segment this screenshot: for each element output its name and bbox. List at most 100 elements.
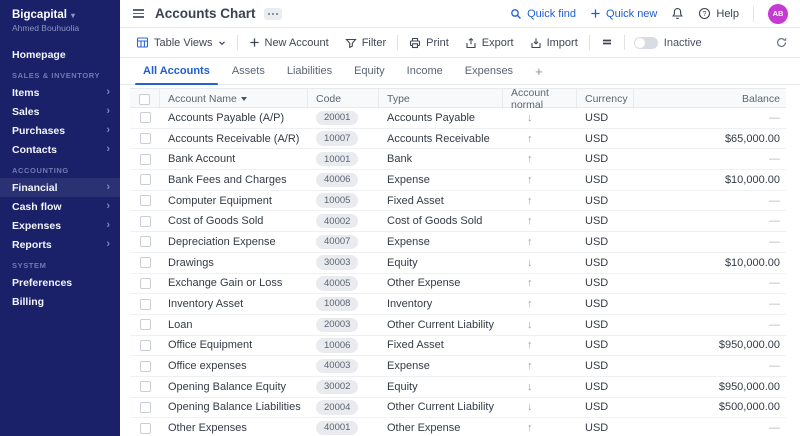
sidebar-item-label: Sales	[12, 106, 39, 118]
sidebar-item-homepage[interactable]: Homepage	[0, 45, 120, 64]
row-checkbox[interactable]	[140, 278, 151, 289]
user-avatar[interactable]: AB	[768, 4, 788, 24]
rows-icon	[601, 37, 613, 49]
inactive-toggle[interactable]	[634, 37, 658, 49]
quick-new-button[interactable]: Quick new	[590, 8, 657, 20]
refresh-icon[interactable]	[775, 36, 788, 49]
row-checkbox[interactable]	[140, 340, 151, 351]
account-type: Expense	[379, 360, 503, 372]
row-select-cell	[130, 257, 160, 268]
row-checkbox[interactable]	[140, 154, 151, 165]
tab-expenses[interactable]: Expenses	[454, 58, 524, 84]
column-header-currency[interactable]: Currency	[577, 89, 634, 109]
table-row[interactable]: Cost of Goods Sold40002Cost of Goods Sol…	[130, 211, 786, 232]
column-header-account-normal[interactable]: Account normal	[503, 89, 577, 109]
sidebar-toggle-icon[interactable]	[130, 6, 147, 20]
column-header-balance[interactable]: Balance	[634, 89, 786, 109]
workspace-switcher[interactable]: Bigcapital ▾	[12, 9, 110, 21]
row-checkbox[interactable]	[140, 133, 151, 144]
account-balance: —	[634, 277, 786, 289]
new-account-button[interactable]: New Account	[241, 32, 337, 54]
sidebar-item-items[interactable]: Items›	[0, 83, 120, 102]
table-row[interactable]: Office Equipment10006Fixed Asset↑USD$950…	[130, 336, 786, 357]
row-select-cell	[130, 236, 160, 247]
row-density-button[interactable]	[593, 32, 621, 54]
print-button[interactable]: Print	[401, 32, 457, 54]
account-type: Inventory	[379, 298, 503, 310]
more-options-button[interactable]	[264, 8, 282, 20]
table-row[interactable]: Bank Fees and Charges40006Expense↑USD$10…	[130, 170, 786, 191]
table-row[interactable]: Accounts Payable (A/P)20001Accounts Paya…	[130, 108, 786, 129]
account-name: Drawings	[160, 257, 308, 269]
account-currency: USD	[577, 422, 634, 434]
row-checkbox[interactable]	[140, 112, 151, 123]
tab-all-accounts[interactable]: All Accounts	[132, 58, 221, 84]
table-row[interactable]: Inventory Asset10008Inventory↑USD—	[130, 294, 786, 315]
row-select-cell	[130, 299, 160, 310]
table-row[interactable]: Computer Equipment10005Fixed Asset↑USD—	[130, 191, 786, 212]
row-checkbox[interactable]	[140, 319, 151, 330]
toolbar: Table Views New Account Filter	[120, 28, 800, 58]
column-header-code[interactable]: Code	[308, 89, 379, 109]
sidebar-item-preferences[interactable]: Preferences	[0, 273, 120, 292]
account-code-badge: 40006	[316, 173, 358, 187]
row-checkbox[interactable]	[140, 216, 151, 227]
row-checkbox[interactable]	[140, 423, 151, 434]
account-code-badge: 40005	[316, 276, 358, 290]
sidebar-item-reports[interactable]: Reports›	[0, 235, 120, 254]
column-header-account-name[interactable]: Account Name	[160, 89, 308, 109]
tab-income[interactable]: Income	[396, 58, 454, 84]
table-row[interactable]: Loan20003Other Current Liability↓USD—	[130, 315, 786, 336]
help-button[interactable]: ? Help	[698, 7, 739, 20]
sidebar-item-label: Homepage	[12, 49, 66, 61]
sidebar-item-label: Contacts	[12, 144, 57, 156]
account-currency: USD	[577, 381, 634, 393]
sidebar-item-expenses[interactable]: Expenses›	[0, 216, 120, 235]
filter-button[interactable]: Filter	[337, 32, 394, 54]
column-header-type[interactable]: Type	[379, 89, 503, 109]
sidebar-item-financial[interactable]: Financial›	[0, 178, 120, 197]
quick-find-button[interactable]: Quick find	[510, 8, 576, 20]
tab-assets[interactable]: Assets	[221, 58, 276, 84]
sidebar-item-cash-flow[interactable]: Cash flow›	[0, 197, 120, 216]
sidebar-item-sales[interactable]: Sales›	[0, 102, 120, 121]
select-all-checkbox[interactable]	[139, 94, 150, 105]
row-checkbox[interactable]	[140, 236, 151, 247]
row-checkbox[interactable]	[140, 402, 151, 413]
sidebar-item-purchases[interactable]: Purchases›	[0, 121, 120, 140]
tab-add-button[interactable]: +	[524, 58, 554, 84]
notifications-bell-icon[interactable]	[671, 7, 684, 20]
row-checkbox[interactable]	[140, 174, 151, 185]
row-checkbox[interactable]	[140, 257, 151, 268]
account-type: Other Expense	[379, 422, 503, 434]
row-checkbox[interactable]	[140, 361, 151, 372]
tab-equity[interactable]: Equity	[343, 58, 396, 84]
table-row[interactable]: Depreciation Expense40007Expense↑USD—	[130, 232, 786, 253]
table-row[interactable]: Office expenses40003Expense↑USD—	[130, 356, 786, 377]
import-button[interactable]: Import	[522, 32, 586, 54]
table-views-button[interactable]: Table Views	[128, 32, 234, 54]
table-row[interactable]: Opening Balance Equity30002Equity↓USD$95…	[130, 377, 786, 398]
account-type: Cost of Goods Sold	[379, 215, 503, 227]
account-normal-arrow-up-icon: ↑	[503, 133, 577, 145]
account-currency: USD	[577, 153, 634, 165]
table-row[interactable]: Exchange Gain or Loss40005Other Expense↑…	[130, 274, 786, 295]
row-select-cell	[130, 361, 160, 372]
account-name: Opening Balance Equity	[160, 381, 308, 393]
sidebar-header: Bigcapital ▾ Ahmed Bouhuolia	[0, 0, 120, 37]
row-checkbox[interactable]	[140, 195, 151, 206]
sidebar-item-billing[interactable]: Billing	[0, 292, 120, 311]
table-row[interactable]: Other Expenses40001Other Expense↑USD—	[130, 418, 786, 436]
table-row[interactable]: Opening Balance Liabilities20004Other Cu…	[130, 398, 786, 419]
table-row[interactable]: Bank Account10001Bank↑USD—	[130, 149, 786, 170]
row-checkbox[interactable]	[140, 381, 151, 392]
page-title: Accounts Chart	[155, 6, 256, 21]
row-checkbox[interactable]	[140, 299, 151, 310]
inactive-toggle-label: Inactive	[664, 37, 702, 49]
sidebar-item-contacts[interactable]: Contacts›	[0, 140, 120, 159]
tab-liabilities[interactable]: Liabilities	[276, 58, 343, 84]
account-currency: USD	[577, 112, 634, 124]
table-row[interactable]: Accounts Receivable (A/R)10007Accounts R…	[130, 129, 786, 150]
table-row[interactable]: Drawings30003Equity↓USD$10,000.00	[130, 253, 786, 274]
export-button[interactable]: Export	[457, 32, 522, 54]
